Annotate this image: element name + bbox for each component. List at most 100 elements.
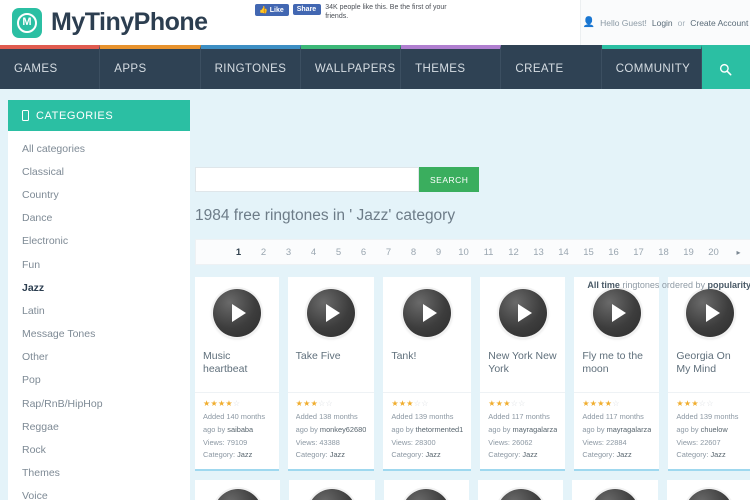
- ringtone-title[interactable]: Take Five: [288, 339, 375, 392]
- nav-item-community[interactable]: COMMUNITY: [602, 45, 702, 89]
- category-name[interactable]: Jazz: [616, 450, 631, 459]
- category-name[interactable]: Jazz: [522, 450, 537, 459]
- category-name[interactable]: Jazz: [425, 450, 440, 459]
- nav-item-create[interactable]: CREATE: [501, 45, 601, 89]
- facebook-share-button[interactable]: Share: [293, 4, 321, 15]
- sidebar-item-message-tones[interactable]: Message Tones: [8, 323, 190, 346]
- login-link[interactable]: Login: [652, 18, 673, 28]
- sidebar-item-latin[interactable]: Latin: [8, 299, 190, 322]
- ringtone-card[interactable]: Music heartbeat ★★★★☆ Added 140 months a…: [195, 277, 279, 471]
- ringtone-card[interactable]: [384, 480, 469, 500]
- page-link-5[interactable]: 5: [326, 247, 351, 258]
- page-link-9[interactable]: 9: [426, 247, 451, 258]
- play-icon[interactable]: [402, 489, 450, 500]
- ringtone-card[interactable]: Take Five ★★★☆☆ Added 138 months ago by …: [288, 277, 375, 471]
- page-link-15[interactable]: 15: [576, 247, 601, 258]
- author-name[interactable]: monkey62680: [320, 425, 366, 434]
- ringtone-thumbnail[interactable]: [480, 277, 565, 339]
- page-link-12[interactable]: 12: [501, 247, 526, 258]
- search-submit-button[interactable]: SEARCH: [419, 167, 479, 192]
- play-icon[interactable]: [403, 289, 451, 337]
- sidebar-item-themes[interactable]: Themes: [8, 462, 190, 485]
- nav-item-themes[interactable]: THEMES: [401, 45, 501, 89]
- ringtone-card[interactable]: Fly me to the moon ★★★★☆ Added 117 month…: [574, 277, 659, 471]
- page-link-19[interactable]: 19: [676, 247, 701, 258]
- play-icon[interactable]: [497, 489, 545, 500]
- sidebar-item-jazz[interactable]: Jazz: [8, 276, 190, 299]
- author-name[interactable]: mayragalarza: [607, 425, 652, 434]
- page-link-16[interactable]: 16: [601, 247, 626, 258]
- facebook-like-button[interactable]: 👍 Like: [255, 4, 289, 16]
- site-logo[interactable]: M MyTinyPhone: [0, 8, 208, 38]
- play-icon[interactable]: [591, 489, 639, 500]
- page-link-10[interactable]: 10: [451, 247, 476, 258]
- ringtone-card[interactable]: Tank! ★★★☆☆ Added 139 months ago by thet…: [383, 277, 471, 471]
- play-icon[interactable]: [686, 289, 734, 337]
- ringtone-card[interactable]: [667, 480, 750, 500]
- author-name[interactable]: thetormented1: [416, 425, 464, 434]
- page-link-18[interactable]: 18: [651, 247, 676, 258]
- nav-item-apps[interactable]: APPS: [100, 45, 200, 89]
- ringtone-title[interactable]: Tank!: [383, 339, 471, 392]
- page-link-6[interactable]: 6: [351, 247, 376, 258]
- search-input[interactable]: [195, 167, 419, 192]
- sidebar-item-fun[interactable]: Fun: [8, 253, 190, 276]
- ringtone-title[interactable]: Georgia On My Mind: [668, 339, 750, 392]
- sidebar-item-rock[interactable]: Rock: [8, 438, 190, 461]
- ringtone-card[interactable]: [572, 480, 657, 500]
- create-account-link[interactable]: Create Account: [690, 18, 748, 28]
- play-icon[interactable]: [307, 289, 355, 337]
- page-link-20[interactable]: 20: [701, 247, 726, 258]
- category-name[interactable]: Jazz: [237, 450, 252, 459]
- play-icon[interactable]: [593, 289, 641, 337]
- sidebar-item-rap-rnb-hiphop[interactable]: Rap/RnB/HipHop: [8, 392, 190, 415]
- ringtone-card[interactable]: New York New York ★★★☆☆ Added 117 months…: [480, 277, 565, 471]
- category-name[interactable]: Jazz: [710, 450, 725, 459]
- ringtone-title[interactable]: New York New York: [480, 339, 565, 392]
- sidebar-item-label: Dance: [22, 212, 52, 224]
- author-name[interactable]: chuelow: [701, 425, 728, 434]
- sidebar-item-country[interactable]: Country: [8, 183, 190, 206]
- page-link-3[interactable]: 3: [276, 247, 301, 258]
- nav-item-wallpapers[interactable]: WALLPAPERS: [301, 45, 401, 89]
- sidebar-item-voice[interactable]: Voice: [8, 485, 190, 500]
- nav-search-button[interactable]: [702, 45, 750, 89]
- sidebar-item-all-categories[interactable]: All categories: [8, 137, 190, 160]
- play-icon[interactable]: [499, 289, 547, 337]
- page-link-2[interactable]: 2: [251, 247, 276, 258]
- ringtone-card[interactable]: [289, 480, 374, 500]
- ringtone-thumbnail[interactable]: [383, 277, 471, 339]
- ringtone-title[interactable]: Fly me to the moon: [574, 339, 659, 392]
- sidebar-item-reggae[interactable]: Reggae: [8, 415, 190, 438]
- play-icon[interactable]: [308, 489, 356, 500]
- page-link-14[interactable]: 14: [551, 247, 576, 258]
- page-link-11[interactable]: 11: [476, 247, 501, 258]
- play-icon[interactable]: [213, 289, 261, 337]
- ringtone-thumbnail[interactable]: [288, 277, 375, 339]
- play-icon[interactable]: [214, 489, 262, 500]
- sidebar-item-other[interactable]: Other: [8, 346, 190, 369]
- ringtone-title[interactable]: Music heartbeat: [195, 339, 279, 392]
- page-link-8[interactable]: 8: [401, 247, 426, 258]
- pagination-next-icon[interactable]: ▸: [726, 248, 750, 257]
- category-name[interactable]: Jazz: [330, 450, 345, 459]
- page-link-17[interactable]: 17: [626, 247, 651, 258]
- ringtone-card[interactable]: [195, 480, 280, 500]
- play-icon[interactable]: [685, 489, 733, 500]
- sidebar-item-electronic[interactable]: Electronic: [8, 230, 190, 253]
- author-name[interactable]: mayragalarza: [513, 425, 558, 434]
- page-link-1[interactable]: 1: [226, 247, 251, 258]
- nav-item-games[interactable]: GAMES: [0, 45, 100, 89]
- sidebar-item-classical[interactable]: Classical: [8, 160, 190, 183]
- ringtone-card[interactable]: [478, 480, 563, 500]
- page-link-7[interactable]: 7: [376, 247, 401, 258]
- sidebar-item-dance[interactable]: Dance: [8, 207, 190, 230]
- page-link-4[interactable]: 4: [301, 247, 326, 258]
- ringtone-card[interactable]: Georgia On My Mind ★★★☆☆ Added 139 month…: [668, 277, 750, 471]
- nav-item-ringtones[interactable]: RINGTONES: [201, 45, 301, 89]
- page-link-13[interactable]: 13: [526, 247, 551, 258]
- account-area: 👤 Hello Guest! Login or Create Account: [580, 0, 750, 45]
- ringtone-thumbnail[interactable]: [195, 277, 279, 339]
- sidebar-item-pop[interactable]: Pop: [8, 369, 190, 392]
- author-name[interactable]: saibaba: [227, 425, 253, 434]
